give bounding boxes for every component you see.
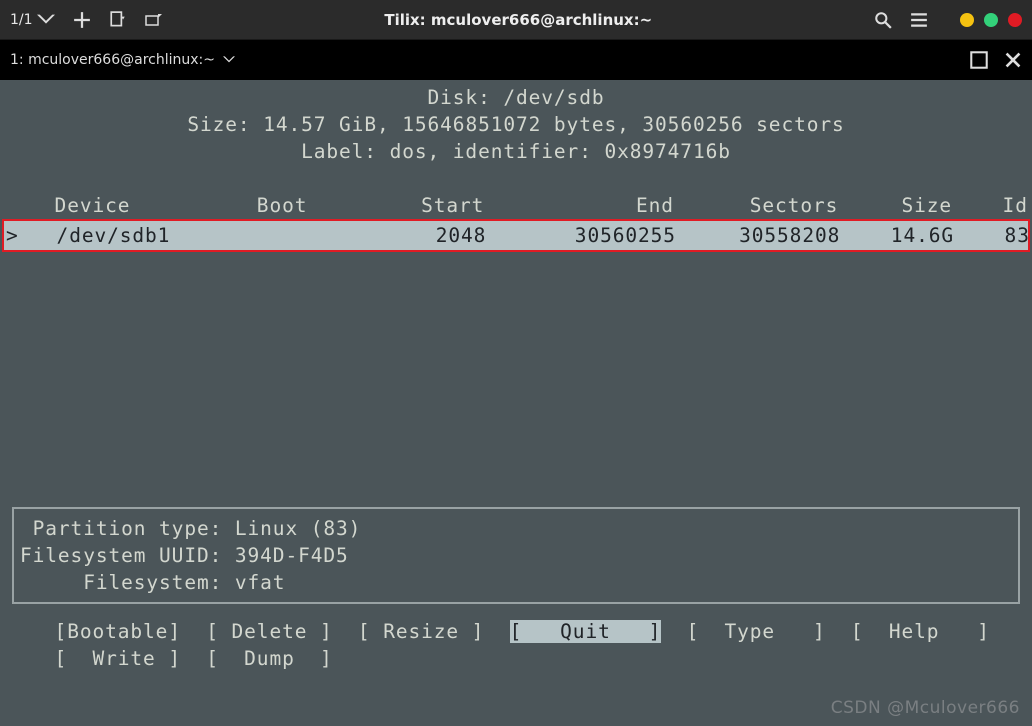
menu-quit-selected[interactable]: [ Quit ] <box>510 620 662 643</box>
tab-close-button[interactable] <box>1004 51 1022 69</box>
info-fs-uuid: Filesystem UUID: 394D-F4D5 <box>20 542 1012 569</box>
window-title: Tilix: mculover666@archlinux:~ <box>163 11 874 29</box>
pager-label: 1/1 <box>10 12 33 28</box>
partition-info-box: Partition type: Linux (83) Filesystem UU… <box>12 507 1020 604</box>
spacer <box>0 604 1032 618</box>
add-terminal-button[interactable] <box>73 11 91 29</box>
spacer <box>0 252 1032 507</box>
minimize-button[interactable] <box>960 13 974 27</box>
disk-title: Disk: /dev/sdb <box>0 84 1032 111</box>
menu-right[interactable]: [ Type ] [ Help ] <box>661 620 990 643</box>
menu-left[interactable]: [Bootable] [ Delete ] [ Resize ] <box>4 620 510 643</box>
add-terminal-down-button[interactable] <box>109 11 127 29</box>
pager-button[interactable]: 1/1 <box>10 11 55 29</box>
chevron-down-icon <box>37 11 55 29</box>
cfdisk-menu: [Bootable] [ Delete ] [ Resize ] [ Quit … <box>0 618 1032 645</box>
watermark: CSDN @Mculover666 <box>831 698 1020 718</box>
window-titlebar: 1/1 Tilix: mculover666@archlinux:~ <box>0 0 1032 40</box>
disk-label: Label: dos, identifier: 0x8974716b <box>0 138 1032 165</box>
partition-row-selected[interactable]: > /dev/sdb1 2048 30560255 30558208 14.6G… <box>2 219 1030 252</box>
terminal-tab[interactable]: 1: mculover666@archlinux:~ <box>10 52 235 68</box>
disk-size: Size: 14.57 GiB, 15646851072 bytes, 3056… <box>0 111 1032 138</box>
info-filesystem: Filesystem: vfat <box>20 569 1012 596</box>
window-controls <box>960 13 1022 27</box>
tab-label: 1: mculover666@archlinux:~ <box>10 52 215 68</box>
maximize-button[interactable] <box>984 13 998 27</box>
tab-bar: 1: mculover666@archlinux:~ <box>0 40 1032 80</box>
close-button[interactable] <box>1008 13 1022 27</box>
partition-table-header: Device Boot Start End Sectors Size Id Ty… <box>0 192 1032 219</box>
blank-line <box>0 165 1032 192</box>
terminal-pane[interactable]: Disk: /dev/sdb Size: 14.57 GiB, 15646851… <box>0 80 1032 726</box>
search-icon[interactable] <box>874 11 892 29</box>
cfdisk-menu-line2[interactable]: [ Write ] [ Dump ] <box>0 645 1032 672</box>
tab-maximize-button[interactable] <box>970 51 988 69</box>
hamburger-menu-icon[interactable] <box>910 11 928 29</box>
add-terminal-right-button[interactable] <box>145 11 163 29</box>
info-partition-type: Partition type: Linux (83) <box>20 515 1012 542</box>
chevron-down-icon <box>223 55 235 65</box>
